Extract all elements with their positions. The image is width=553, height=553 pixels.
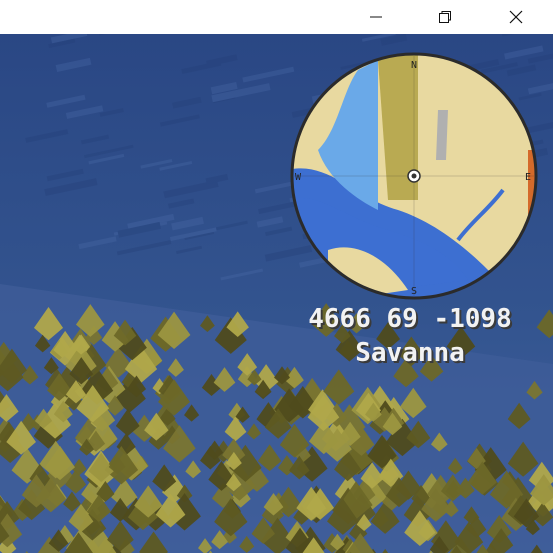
minimize-icon bbox=[370, 16, 382, 18]
minimize-button[interactable] bbox=[353, 0, 399, 34]
player-marker-icon bbox=[407, 169, 421, 183]
compass-east: E bbox=[525, 172, 531, 183]
restore-icon bbox=[439, 11, 451, 23]
close-button[interactable] bbox=[493, 0, 539, 34]
maximize-button[interactable] bbox=[422, 0, 468, 34]
compass-north: N bbox=[411, 60, 417, 71]
minimap[interactable]: N E S W bbox=[288, 50, 540, 302]
biome-label: Savanna bbox=[355, 338, 465, 368]
compass-south: S bbox=[411, 286, 417, 297]
game-viewport[interactable]: N E S W 4666 69 -1098 Savanna bbox=[0, 34, 553, 553]
compass-west: W bbox=[295, 172, 302, 183]
coordinates-readout: 4666 69 -1098 bbox=[308, 304, 512, 334]
close-icon bbox=[509, 10, 523, 24]
title-bar bbox=[0, 0, 553, 34]
